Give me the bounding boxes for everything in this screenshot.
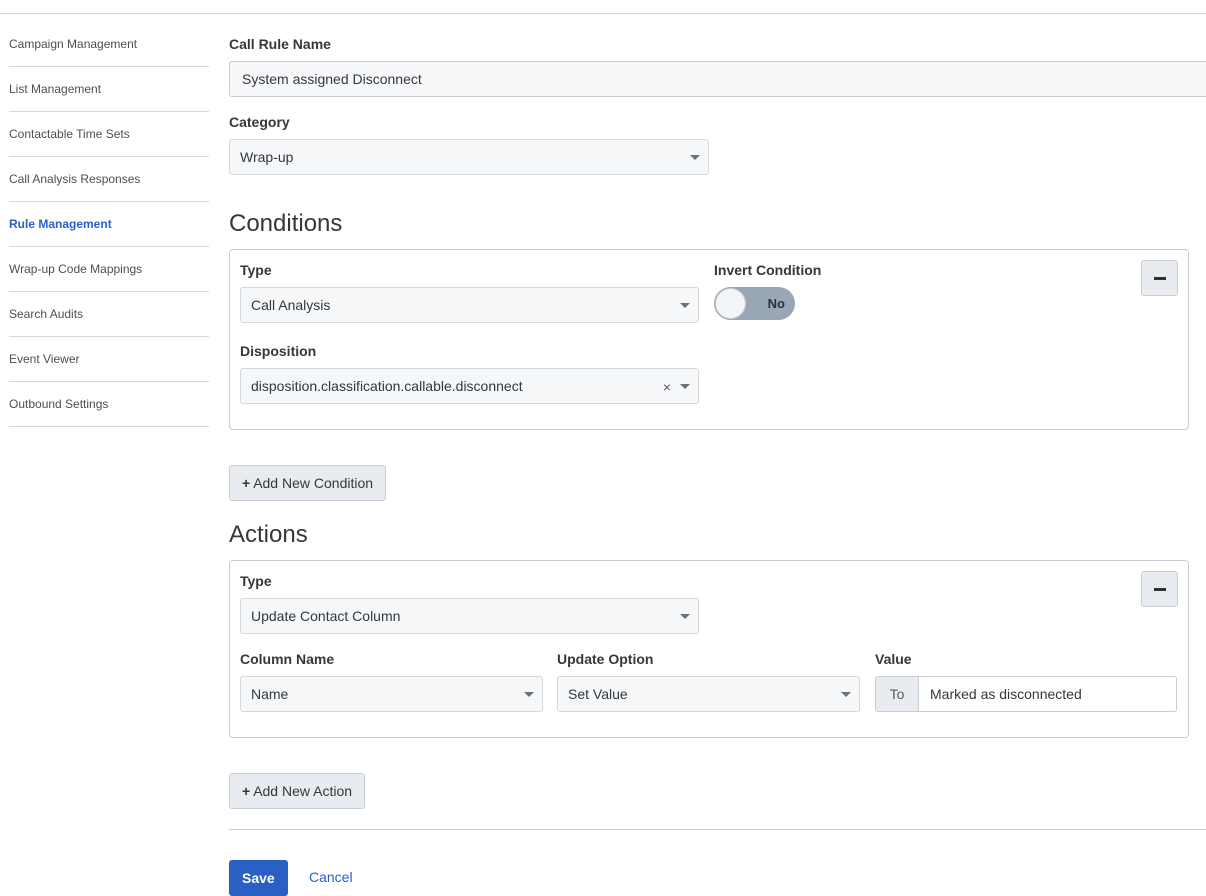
call-rule-name-input[interactable]: System assigned Disconnect: [229, 61, 1206, 97]
sidebar-item-contactable-time-sets[interactable]: Contactable Time Sets: [9, 112, 209, 157]
column-name-label: Column Name: [240, 651, 335, 667]
update-option-select[interactable]: Set Value: [557, 676, 860, 712]
add-new-action-button[interactable]: + Add New Action: [229, 773, 366, 809]
toggle-knob: [715, 288, 746, 319]
column-name-value: Name: [251, 686, 289, 702]
sidebar-item-call-analysis-responses[interactable]: Call Analysis Responses: [9, 157, 209, 202]
value-input-group: To Marked as disconnected: [875, 676, 1177, 712]
minus-icon: [1154, 277, 1166, 280]
plus-icon: +: [242, 475, 251, 491]
plus-icon: +: [242, 783, 251, 799]
chevron-down-icon: [680, 303, 690, 308]
add-new-condition-button[interactable]: + Add New Condition: [229, 465, 387, 501]
sidebar-nav: Campaign Management List Management Cont…: [9, 22, 209, 427]
disposition-label: Disposition: [240, 343, 317, 359]
chevron-down-icon: [690, 155, 700, 160]
conditions-heading: Conditions: [229, 210, 343, 237]
remove-action-button[interactable]: [1141, 571, 1178, 607]
sidebar-item-rule-management[interactable]: Rule Management: [9, 202, 209, 247]
action-type-select[interactable]: Update Contact Column: [240, 598, 699, 634]
condition-type-value: Call Analysis: [251, 297, 331, 313]
clear-icon[interactable]: ×: [663, 370, 671, 403]
actions-heading: Actions: [229, 521, 308, 548]
value-label: Value: [875, 651, 912, 667]
invert-condition-toggle[interactable]: No: [714, 287, 795, 320]
category-select[interactable]: Wrap-up: [229, 139, 709, 175]
minus-icon: [1154, 588, 1166, 591]
disposition-select[interactable]: disposition.classification.callable.disc…: [240, 368, 699, 404]
action-type-value: Update Contact Column: [251, 608, 401, 624]
disposition-value: disposition.classification.callable.disc…: [251, 378, 523, 394]
remove-condition-button[interactable]: [1141, 260, 1178, 296]
sidebar-item-search-audits[interactable]: Search Audits: [9, 292, 209, 337]
condition-type-label: Type: [240, 262, 272, 278]
column-name-select[interactable]: Name: [240, 676, 543, 712]
category-label: Category: [229, 114, 290, 130]
sidebar-item-event-viewer[interactable]: Event Viewer: [9, 337, 209, 382]
value-prefix: To: [876, 677, 919, 711]
action-panel: Type Update Contact Column Column Name N…: [229, 560, 1189, 738]
chevron-down-icon: [680, 614, 690, 619]
chevron-down-icon: [524, 692, 534, 697]
toggle-state-label: No: [767, 296, 785, 311]
sidebar-item-campaign-management[interactable]: Campaign Management: [9, 22, 209, 67]
chevron-down-icon: [841, 692, 851, 697]
condition-type-select[interactable]: Call Analysis: [240, 287, 699, 323]
rule-editor: Call Rule Name System assigned Disconnec…: [229, 0, 1206, 896]
call-rule-name-label: Call Rule Name: [229, 36, 331, 52]
update-option-label: Update Option: [557, 651, 654, 667]
save-button[interactable]: Save: [229, 860, 288, 896]
add-new-action-label: Add New Action: [253, 783, 353, 799]
condition-panel: Type Call Analysis Invert Condition No D…: [229, 249, 1189, 430]
sidebar-item-outbound-settings[interactable]: Outbound Settings: [9, 382, 209, 427]
action-type-label: Type: [240, 573, 272, 589]
add-new-condition-label: Add New Condition: [253, 475, 374, 491]
invert-condition-label: Invert Condition: [714, 262, 822, 278]
category-select-value: Wrap-up: [240, 149, 294, 165]
cancel-button[interactable]: Cancel: [309, 869, 353, 885]
footer-divider: [229, 829, 1206, 830]
sidebar-item-wrap-up-code-mappings[interactable]: Wrap-up Code Mappings: [9, 247, 209, 292]
update-option-value: Set Value: [568, 686, 628, 702]
sidebar-item-list-management[interactable]: List Management: [9, 67, 209, 112]
value-input[interactable]: Marked as disconnected: [930, 677, 1082, 711]
chevron-down-icon: [680, 384, 690, 389]
